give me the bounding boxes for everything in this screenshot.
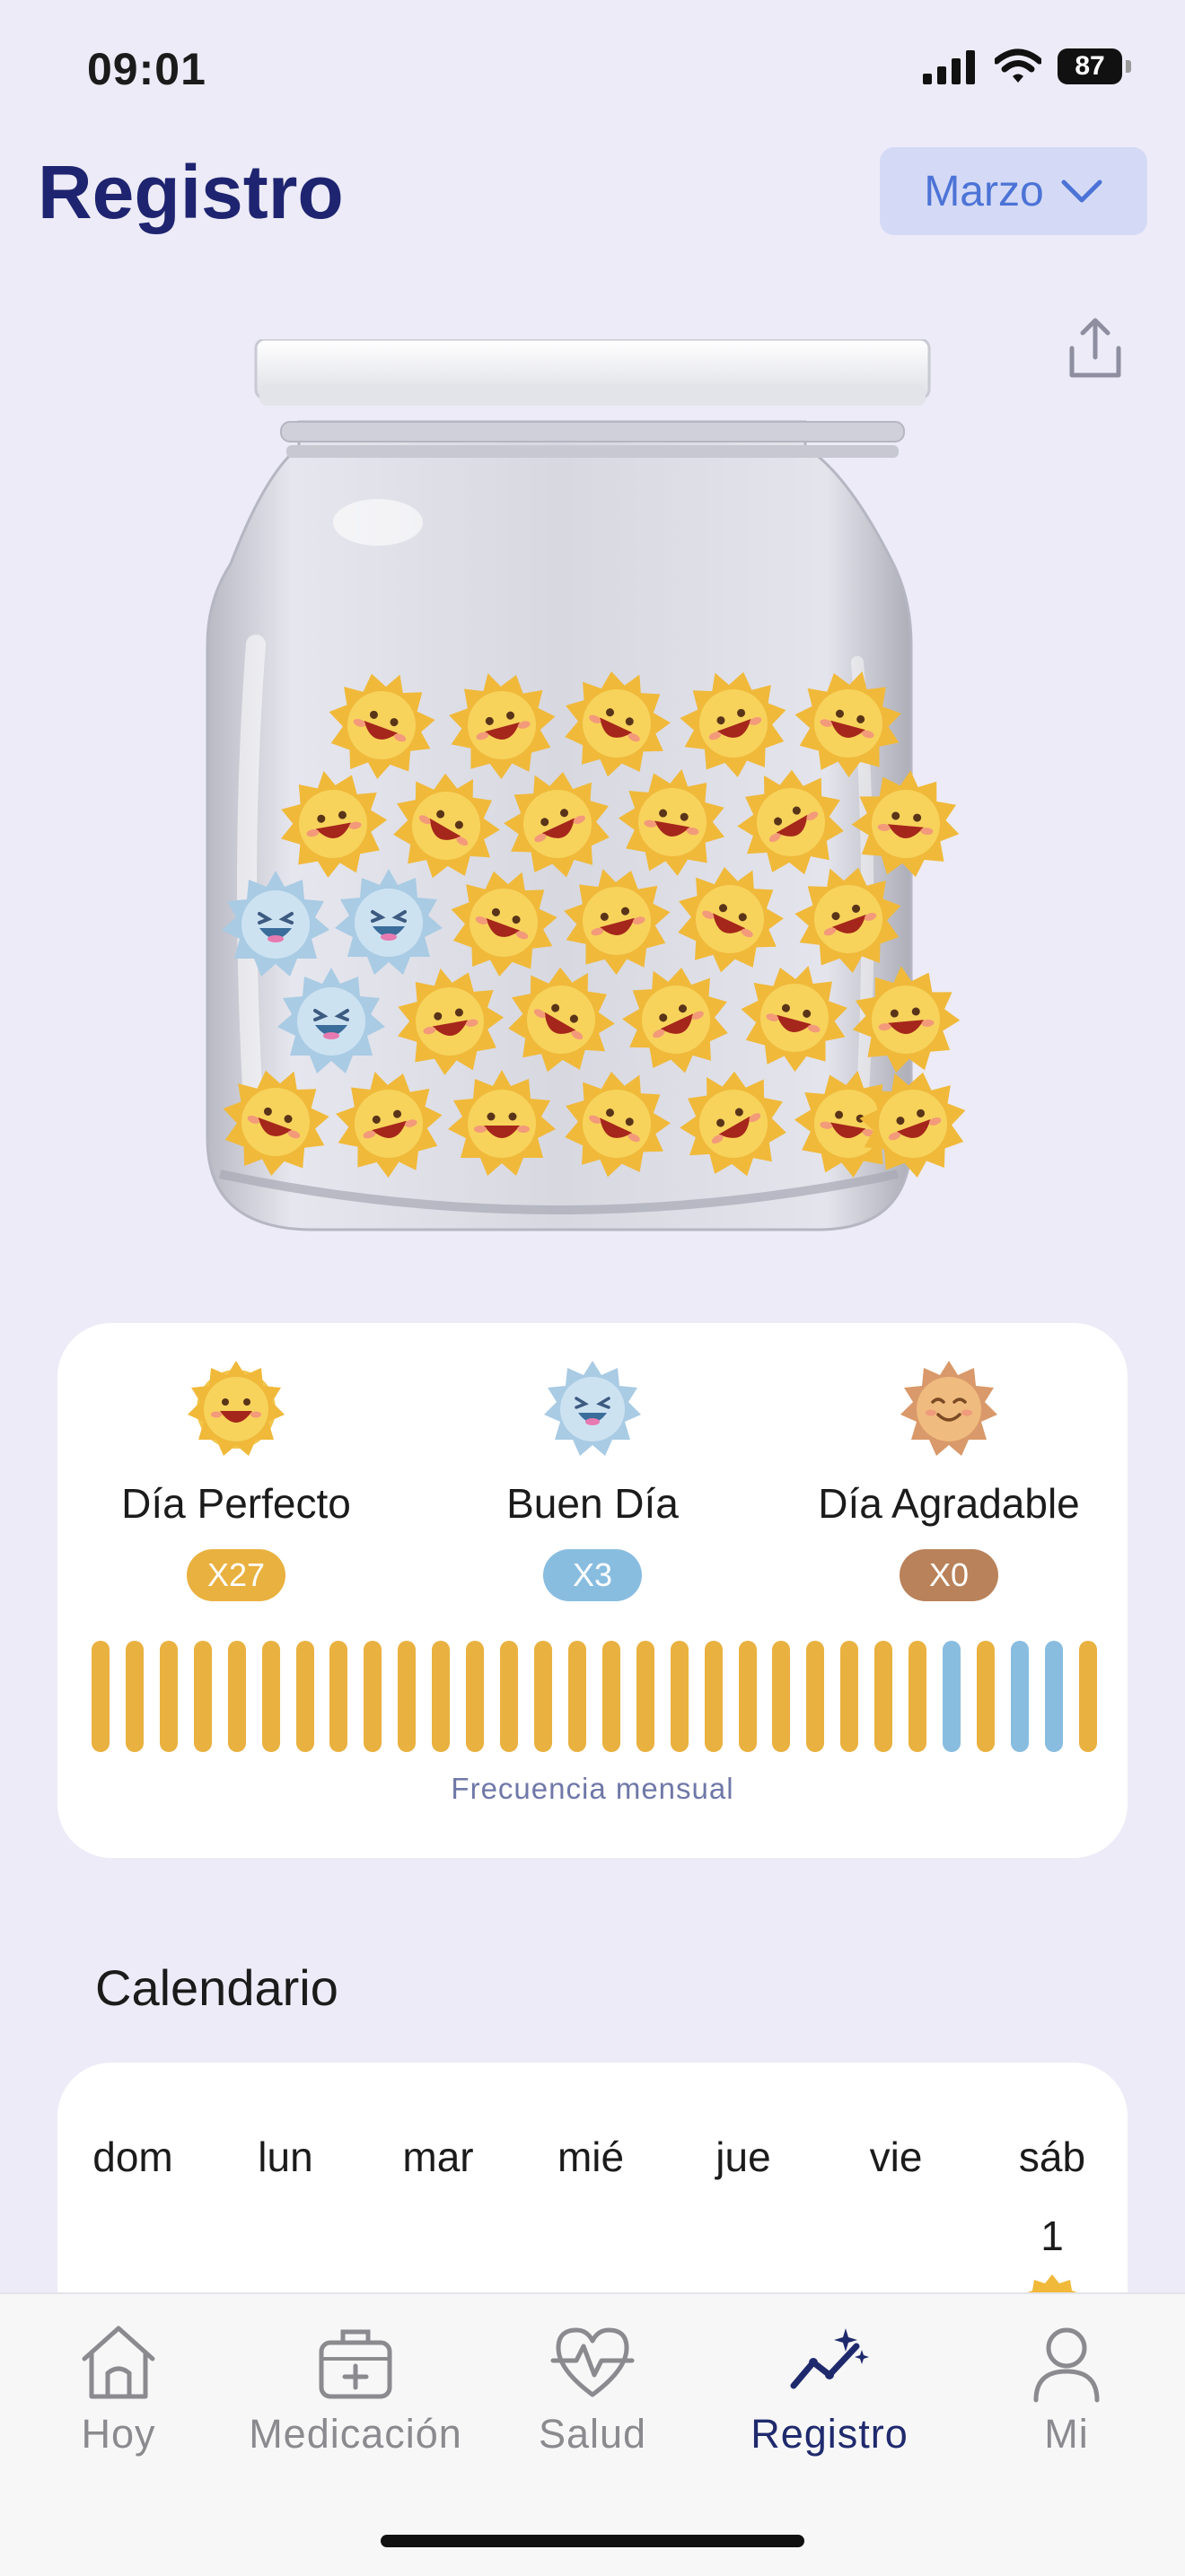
- category-good-day: Buen Día X3: [422, 1359, 763, 1601]
- status-time: 09:01: [87, 44, 206, 94]
- category-perfect-day: Día Perfecto X27: [66, 1359, 407, 1601]
- person-icon: [1033, 2327, 1100, 2403]
- calendar-title: Calendario: [95, 1959, 338, 2016]
- frequency-bar: [92, 1641, 110, 1752]
- home-indicator: [381, 2535, 804, 2547]
- frequency-bar: [806, 1641, 825, 1752]
- tab-label: Medicación: [249, 2411, 462, 2457]
- chevron-down-icon: [1061, 180, 1102, 203]
- weekday-header: sáb: [1018, 2134, 1086, 2180]
- frequency-bar: [159, 1641, 178, 1752]
- frequency-bar: [329, 1641, 348, 1752]
- frequency-bar: [398, 1641, 417, 1752]
- tab-label: Hoy: [81, 2411, 156, 2457]
- jar-sun-perfect-day: [448, 1070, 556, 1176]
- frequency-bar: [908, 1641, 927, 1752]
- jar-sun-good-day: [335, 869, 443, 975]
- frequency-bar: [193, 1641, 212, 1752]
- frequency-bar: [704, 1641, 723, 1752]
- category-count-badge: X3: [543, 1549, 642, 1601]
- frequency-bar: [976, 1641, 995, 1752]
- frequency-label: Frecuencia mensual: [451, 1772, 734, 1805]
- monthly-frequency-bars: [92, 1641, 1097, 1754]
- frequency-bar: [364, 1641, 382, 1752]
- frequency-bar: [636, 1641, 654, 1752]
- page-title: Registro: [38, 150, 344, 234]
- weekday-header: dom: [92, 2134, 173, 2180]
- tab-hoy[interactable]: Hoy: [2, 2319, 235, 2458]
- sun-grin-icon: [188, 1361, 285, 1456]
- house-icon: [82, 2326, 155, 2399]
- tab-label: Registro: [750, 2411, 908, 2457]
- weekday-header: mar: [402, 2134, 474, 2180]
- frequency-bar: [227, 1641, 246, 1752]
- category-label: Buen Día: [506, 1480, 679, 1527]
- share-icon[interactable]: [1065, 316, 1126, 381]
- tab-medicacion[interactable]: Medicación: [239, 2319, 472, 2458]
- frequency-bar: [1044, 1641, 1063, 1752]
- frequency-bar: [601, 1641, 620, 1752]
- category-count-badge: X0: [900, 1549, 998, 1601]
- frequency-bar: [772, 1641, 791, 1752]
- frequency-bar: [500, 1641, 519, 1752]
- jar-sun-good-day: [277, 968, 385, 1073]
- sun-laugh-icon: [544, 1361, 641, 1456]
- weekday-header: vie: [869, 2134, 923, 2180]
- category-label: Día Perfecto: [121, 1480, 351, 1527]
- frequency-bar: [1010, 1641, 1029, 1752]
- jar-sun-good-day: [222, 871, 329, 977]
- battery-indicator: 87: [1058, 48, 1122, 84]
- category-pleasant-day: Día Agradable X0: [778, 1359, 1119, 1601]
- tab-mi[interactable]: Mi: [950, 2319, 1183, 2458]
- medkit-icon: [319, 2329, 392, 2399]
- frequency-bar: [533, 1641, 552, 1752]
- month-label: Marzo: [924, 167, 1044, 215]
- tab-salud[interactable]: Salud: [476, 2319, 709, 2458]
- battery-nub: [1126, 60, 1131, 73]
- frequency-bar: [943, 1641, 961, 1752]
- frequency-bar: [261, 1641, 280, 1752]
- month-selector[interactable]: Marzo: [880, 147, 1147, 235]
- tab-label: Mi: [1044, 2411, 1089, 2457]
- mood-jar: [202, 337, 983, 1246]
- frequency-bar: [840, 1641, 859, 1752]
- wifi-icon: [995, 48, 1041, 83]
- frequency-bar: [125, 1641, 144, 1752]
- tab-label: Salud: [538, 2411, 647, 2457]
- frequency-bar: [432, 1641, 451, 1752]
- cellular-signal-icon: [923, 50, 975, 84]
- trend-sparkle-icon: [790, 2328, 869, 2389]
- heart-pulse-icon: [550, 2327, 635, 2397]
- tab-registro[interactable]: Registro: [713, 2319, 946, 2458]
- frequency-bar: [295, 1641, 314, 1752]
- frequency-bar: [874, 1641, 893, 1752]
- weekday-header: jue: [715, 2134, 771, 2180]
- category-label: Día Agradable: [818, 1480, 1080, 1527]
- frequency-bar: [738, 1641, 757, 1752]
- status-icons: 87: [923, 48, 1131, 84]
- frequency-bar: [466, 1641, 485, 1752]
- calendar-day[interactable]: 1: [998, 2212, 1106, 2260]
- frequency-bar: [670, 1641, 689, 1752]
- summary-card: Día Perfecto X27 Buen Día X3 Día Agradab…: [57, 1323, 1128, 1858]
- sun-smile-icon: [900, 1361, 997, 1456]
- frequency-bar: [567, 1641, 586, 1752]
- frequency-bar: [1078, 1641, 1097, 1752]
- category-count-badge: X27: [187, 1549, 285, 1601]
- weekday-header: lun: [258, 2134, 313, 2180]
- weekday-header: mié: [557, 2134, 625, 2180]
